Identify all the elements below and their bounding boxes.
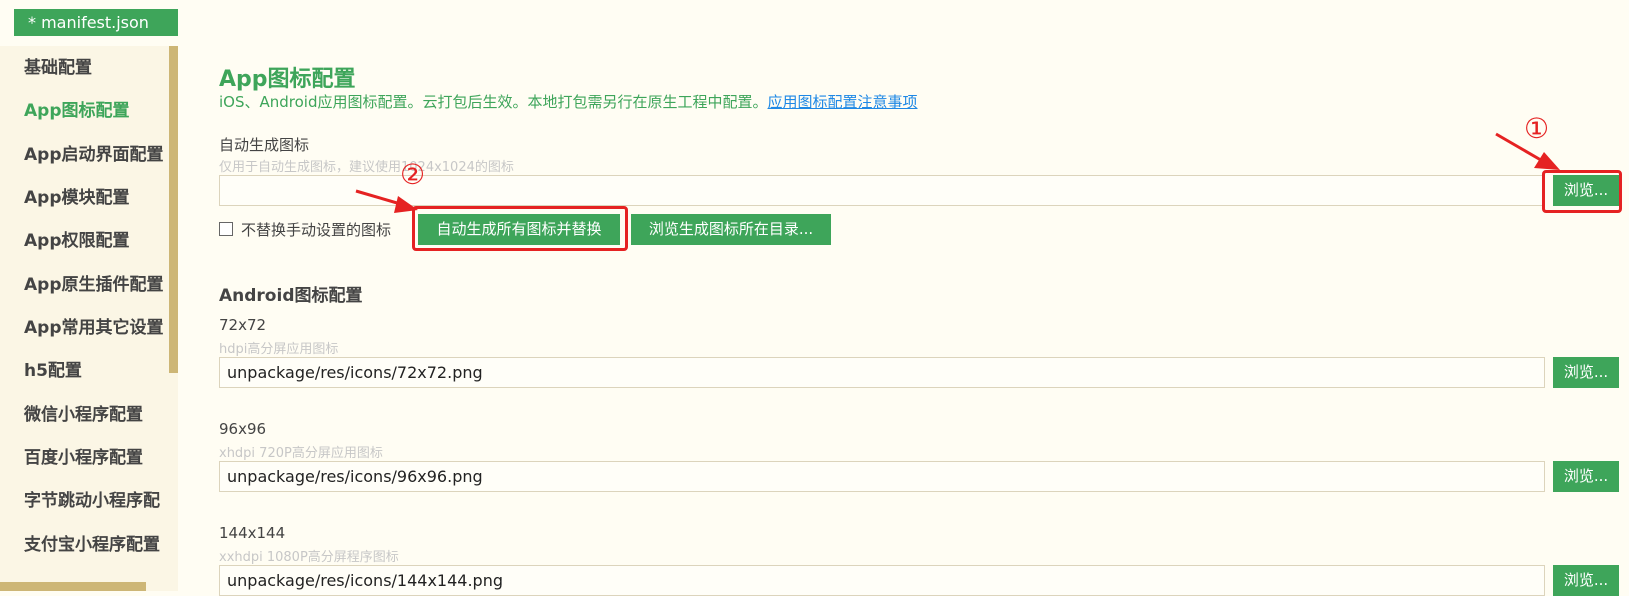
arrowhead-step-1 — [1534, 152, 1560, 170]
arrowhead-step-2 — [394, 196, 418, 213]
annotation-arrows — [355, 132, 1560, 213]
arrow-step-1 — [1495, 132, 1547, 165]
